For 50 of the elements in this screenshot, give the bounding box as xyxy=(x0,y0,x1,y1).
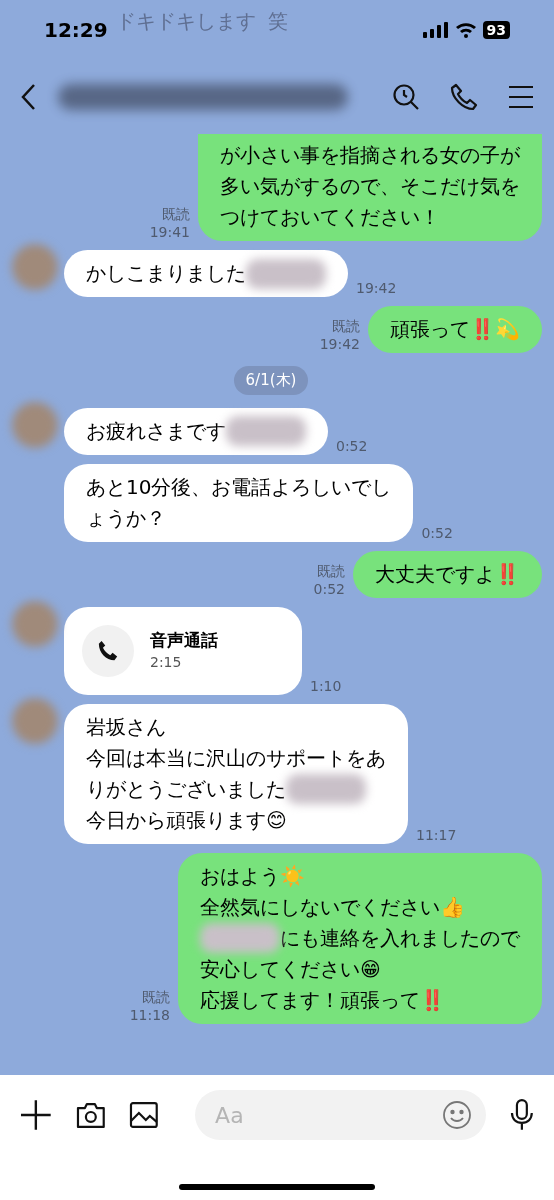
message-time: 1:10 xyxy=(310,676,342,695)
message-text: 今回は本当に沢山のサポートをあ xyxy=(86,744,386,772)
read-receipt: 既読 xyxy=(142,987,170,1006)
phone-icon[interactable] xyxy=(450,83,478,111)
plus-icon[interactable] xyxy=(20,1099,52,1131)
message-time: 11:17 xyxy=(416,825,457,844)
message-text: 岩坂さん xyxy=(86,713,166,741)
ghost-text: ドキドキします xyxy=(116,8,256,35)
message-text: ょうか？ xyxy=(86,504,166,532)
date-chip: 6/1(木) xyxy=(233,366,309,395)
message-time: 19:41 xyxy=(149,223,190,241)
camera-icon[interactable] xyxy=(75,1101,106,1129)
menu-icon[interactable] xyxy=(508,85,534,109)
message-text: が小さい事を指摘される女の子が xyxy=(220,142,520,169)
message-text: 今日から頑張ります😊 xyxy=(86,806,287,834)
message-time: 19:42 xyxy=(319,335,360,353)
message-text: 多い気がするので、そこだけ気を xyxy=(220,173,520,200)
message-time: 0:52 xyxy=(336,436,368,455)
message-time: 0:52 xyxy=(313,579,345,598)
call-duration: 2:15 xyxy=(150,653,183,672)
message-text: お疲れさまです xyxy=(86,417,226,445)
message-text: 応援してます！頑張って‼ xyxy=(200,986,445,1014)
message-time: 0:52 xyxy=(421,523,453,542)
microphone-icon[interactable] xyxy=(510,1099,534,1131)
message-text: おはよう☀ xyxy=(200,862,305,890)
status-time: 12:29 xyxy=(44,17,108,44)
message-text: 頑張って‼💫 xyxy=(390,316,520,343)
back-icon[interactable] xyxy=(20,83,36,111)
message-text: かしこまりました xyxy=(86,260,246,287)
emoji-icon[interactable] xyxy=(442,1100,473,1130)
message-text: あと10分後、お電話よろしいでし xyxy=(86,473,392,501)
call-title: 音声通話 xyxy=(150,629,218,652)
ghost-text: 笑 xyxy=(268,8,288,35)
read-receipt: 既読 xyxy=(162,205,190,223)
signal-icon xyxy=(422,22,449,38)
message-text: 全然気にしないでください👍 xyxy=(200,893,465,921)
message-text: にも連絡を入れましたので xyxy=(280,924,520,952)
message-text: つけておいてください！ xyxy=(220,204,440,231)
image-icon[interactable] xyxy=(129,1101,160,1129)
message-text: りがとうございました xyxy=(86,775,286,803)
battery-level: 93 xyxy=(482,21,510,39)
message-time: 19:42 xyxy=(356,279,397,297)
wifi-icon xyxy=(454,22,477,38)
message-input[interactable]: Aa xyxy=(195,1090,487,1140)
message-time: 11:18 xyxy=(129,1005,170,1024)
search-icon[interactable] xyxy=(392,83,420,111)
message-text: 安心してください😁 xyxy=(200,955,381,983)
message-text: 大丈夫ですよ‼ xyxy=(375,560,520,588)
read-receipt: 既読 xyxy=(317,561,345,580)
read-receipt: 既読 xyxy=(332,317,360,335)
